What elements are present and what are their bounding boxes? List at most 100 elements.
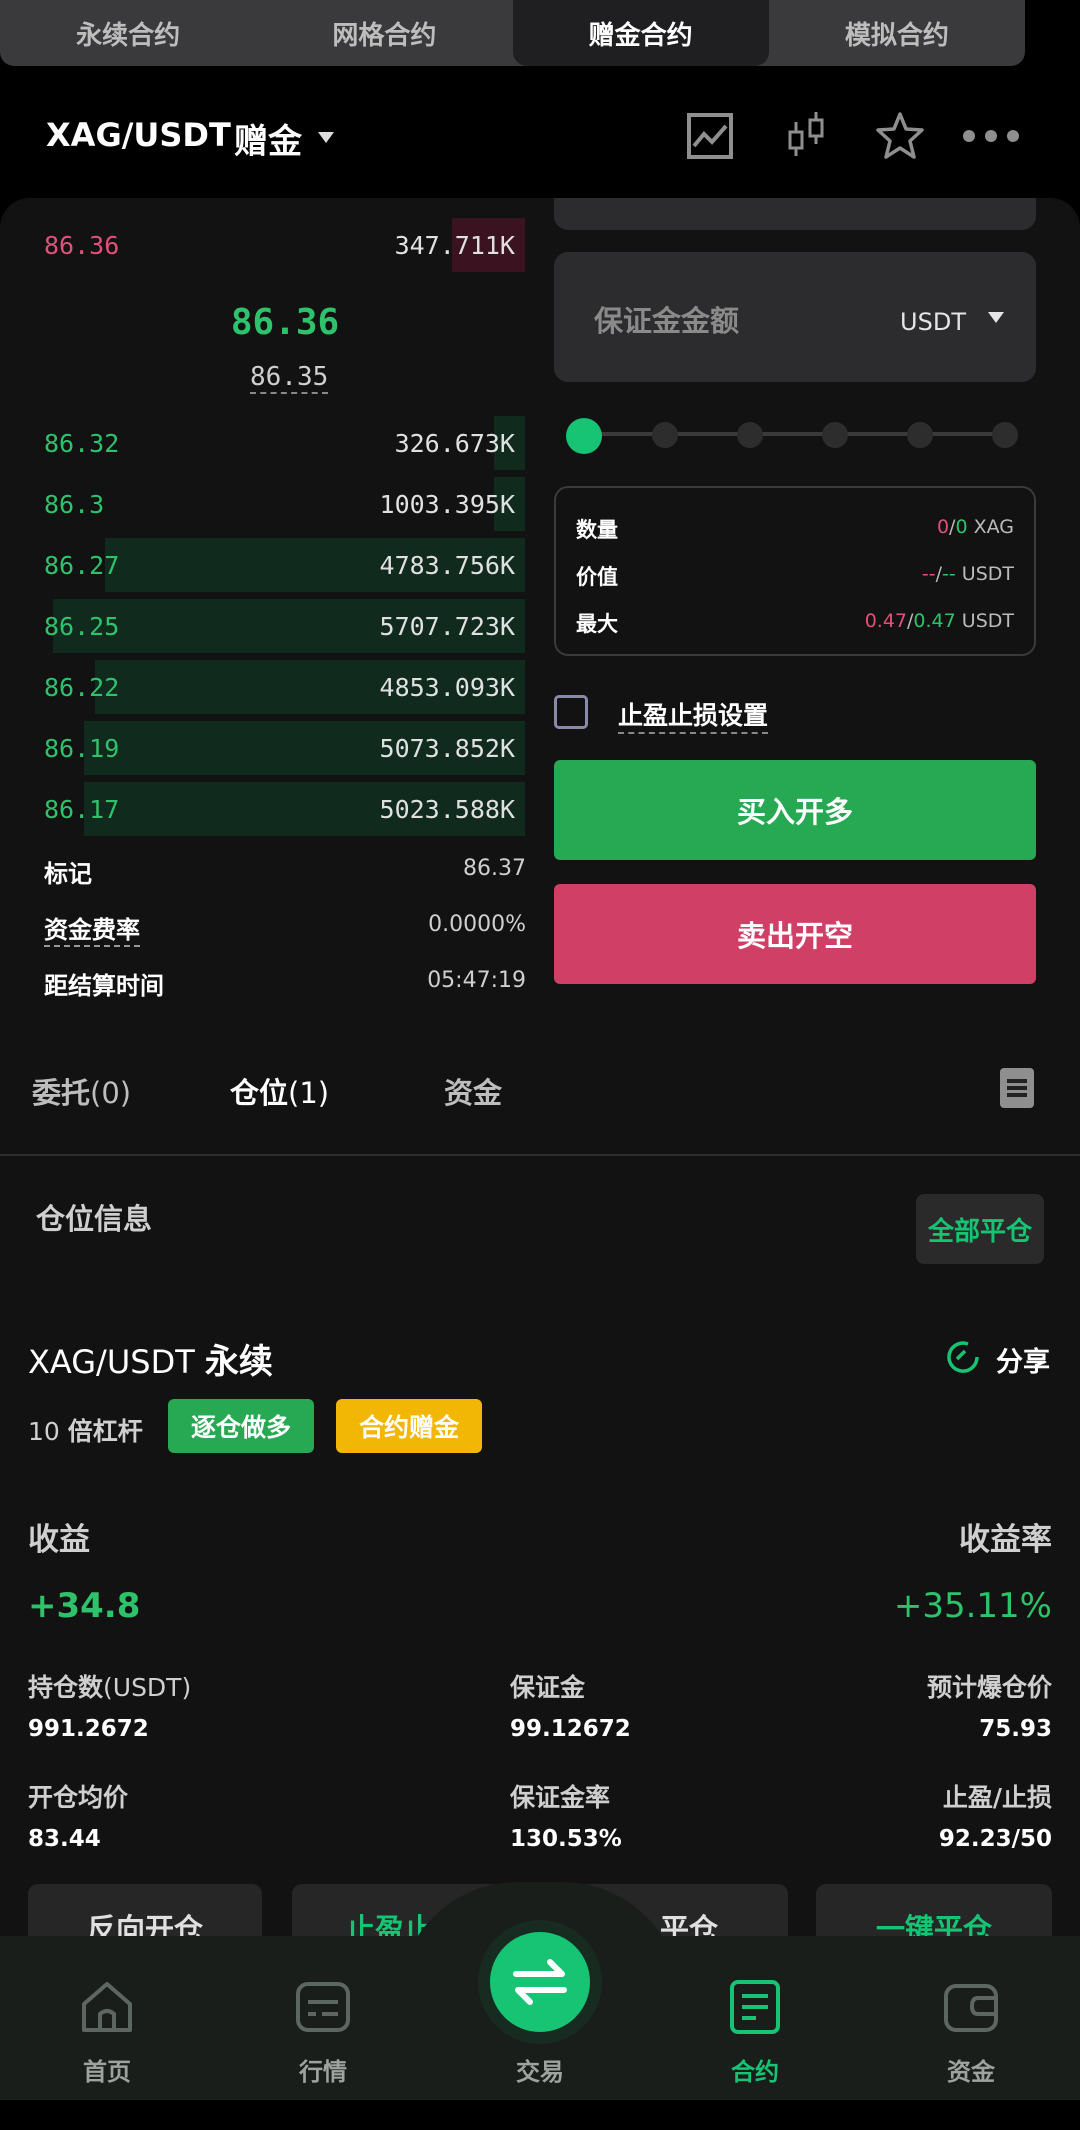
nav-home[interactable]: 首页 <box>42 1978 172 2088</box>
close-all-button[interactable]: 全部平仓 <box>916 1194 1044 1264</box>
bid-price: 86.27 <box>44 551 120 580</box>
amount-slider[interactable] <box>566 418 1022 454</box>
leverage: 10 倍杠杆 <box>28 1417 143 1446</box>
candlestick-icon[interactable] <box>780 110 832 162</box>
position-section-title: 仓位信息 <box>36 1202 153 1236</box>
slider-track[interactable] <box>582 432 1006 436</box>
bid-row[interactable]: 86.19 5073.852K <box>0 721 525 775</box>
tpsl-toggle[interactable]: 止盈止损设置 <box>554 692 854 734</box>
bid-price: 86.3 <box>44 490 105 519</box>
position-pair: XAG/USDT 永续 <box>28 1342 273 1382</box>
tpsl-checkbox[interactable] <box>554 695 588 729</box>
tpsl-stat-label: 止盈/止损 <box>942 1783 1052 1812</box>
share-button[interactable]: 分享 <box>944 1338 1054 1378</box>
liquidation-label: 预计爆仓价 <box>926 1673 1052 1702</box>
slider-step[interactable] <box>992 422 1018 448</box>
bid-row[interactable]: 86.22 4853.093K <box>0 660 525 714</box>
entry-price-value: 83.44 <box>28 1826 101 1852</box>
funding-rate-row[interactable]: 资金费率 0.0000% <box>44 910 526 950</box>
trading-header: XAG/USDT 赠金 <box>0 96 1080 176</box>
order-summary-box: 数量 0/0 XAG 价值 --/-- USDT 最大 0.47/0.47 US… <box>554 486 1036 656</box>
tab-assets[interactable]: 资金 <box>444 1070 502 1112</box>
bid-price: 86.17 <box>44 795 120 824</box>
bid-row[interactable]: 86.17 5023.588K <box>0 782 525 836</box>
funding-value: 0.0000% <box>428 912 526 937</box>
quantity-row: 数量 0/0 XAG <box>576 514 1014 544</box>
nav-contracts[interactable]: 合约 <box>690 1978 820 2088</box>
list-icon[interactable] <box>1000 1068 1034 1108</box>
contracts-icon <box>730 1980 780 2034</box>
bid-price: 86.19 <box>44 734 120 763</box>
value-row: 价值 --/-- USDT <box>576 561 1014 591</box>
bid-size: 4783.756K <box>379 551 515 580</box>
tab-perpetual[interactable]: 永续合约 <box>0 0 256 66</box>
nav-assets-label: 资金 <box>947 2058 995 2086</box>
bid-row[interactable]: 86.32 326.673K <box>0 416 525 470</box>
tab-grid[interactable]: 网格合约 <box>256 0 512 66</box>
slider-step[interactable] <box>652 422 678 448</box>
buy-long-button[interactable]: 买入开多 <box>554 760 1036 860</box>
bonus-badge: 合约赠金 <box>336 1399 482 1453</box>
share-icon <box>947 1341 979 1373</box>
roe-value: +35.11% <box>893 1586 1052 1626</box>
margin-rate-label: 保证金率 <box>510 1783 611 1812</box>
pair-symbol[interactable]: XAG/USDT <box>46 116 231 154</box>
bid-size: 326.673K <box>394 429 515 458</box>
margin-label: 保证金 <box>510 1673 586 1702</box>
holding-value: 991.2672 <box>28 1716 149 1742</box>
nav-markets-label: 行情 <box>299 2058 347 2086</box>
slider-handle[interactable] <box>566 418 602 454</box>
nav-trade[interactable] <box>490 1932 590 2032</box>
markets-icon <box>296 1982 350 2032</box>
pnl-label: 收益 <box>28 1522 90 1558</box>
mark-label: 标记 <box>44 860 92 888</box>
tpsl-label[interactable]: 止盈止损设置 <box>618 696 769 734</box>
roe-label: 收益率 <box>959 1522 1052 1558</box>
divider <box>0 1154 1080 1156</box>
chevron-down-icon[interactable] <box>988 312 1004 323</box>
system-bar <box>0 2100 1080 2130</box>
slider-step[interactable] <box>737 422 763 448</box>
mark-price[interactable]: 86.35 <box>250 362 329 394</box>
nav-trade-label: 交易 <box>516 2058 564 2086</box>
value-value: --/-- USDT <box>921 563 1014 585</box>
quantity-value: 0/0 XAG <box>936 516 1014 538</box>
pair-mode[interactable]: 赠金 <box>234 114 302 163</box>
ask-row[interactable]: 86.36 347.711K <box>0 218 525 272</box>
tab-positions[interactable]: 仓位(1) <box>230 1070 329 1112</box>
ask-size: 347.711K <box>394 231 515 260</box>
bid-row[interactable]: 86.3 1003.395K <box>0 477 525 531</box>
margin-value: 99.12672 <box>510 1716 631 1742</box>
mark-price-row: 标记 86.37 <box>44 854 526 894</box>
settlement-row: 距结算时间 05:47:19 <box>44 966 526 1006</box>
margin-rate-value: 130.53% <box>510 1826 622 1852</box>
nav-assets[interactable]: 资金 <box>906 1978 1036 2088</box>
isolated-long-badge: 逐仓做多 <box>168 1399 314 1453</box>
tab-orders[interactable]: 委托(0) <box>32 1070 131 1112</box>
star-icon[interactable] <box>874 110 926 162</box>
funding-label[interactable]: 资金费率 <box>44 910 140 947</box>
margin-amount-input[interactable]: 保证金金额 USDT <box>554 252 1036 382</box>
bid-row[interactable]: 86.27 4783.756K <box>0 538 525 592</box>
unit-select[interactable]: USDT <box>900 308 966 336</box>
slider-step[interactable] <box>822 422 848 448</box>
tpsl-stat-value: 92.23/50 <box>938 1826 1052 1852</box>
bid-size: 4853.093K <box>379 673 515 702</box>
bid-row[interactable]: 86.25 5707.723K <box>0 599 525 653</box>
sell-short-button[interactable]: 卖出开空 <box>554 884 1036 984</box>
tab-bonus[interactable]: 赠金合约 <box>512 0 769 66</box>
slider-step[interactable] <box>907 422 933 448</box>
contract-type-tabs: 永续合约 网格合约 赠金合约 模拟合约 <box>0 0 1025 66</box>
margin-placeholder: 保证金金额 <box>594 304 740 338</box>
settlement-countdown: 05:47:19 <box>427 968 526 993</box>
chevron-down-icon[interactable] <box>318 132 334 143</box>
tab-simulated[interactable]: 模拟合约 <box>769 0 1025 66</box>
nav-markets[interactable]: 行情 <box>258 1978 388 2088</box>
home-icon <box>82 1982 132 2032</box>
settlement-label: 距结算时间 <box>44 972 164 1000</box>
more-icon[interactable] <box>962 110 1020 162</box>
chart-icon[interactable] <box>684 110 736 162</box>
mark-value: 86.37 <box>463 856 526 881</box>
price-input-stub[interactable] <box>554 198 1036 230</box>
nav-contracts-label: 合约 <box>731 2058 779 2086</box>
